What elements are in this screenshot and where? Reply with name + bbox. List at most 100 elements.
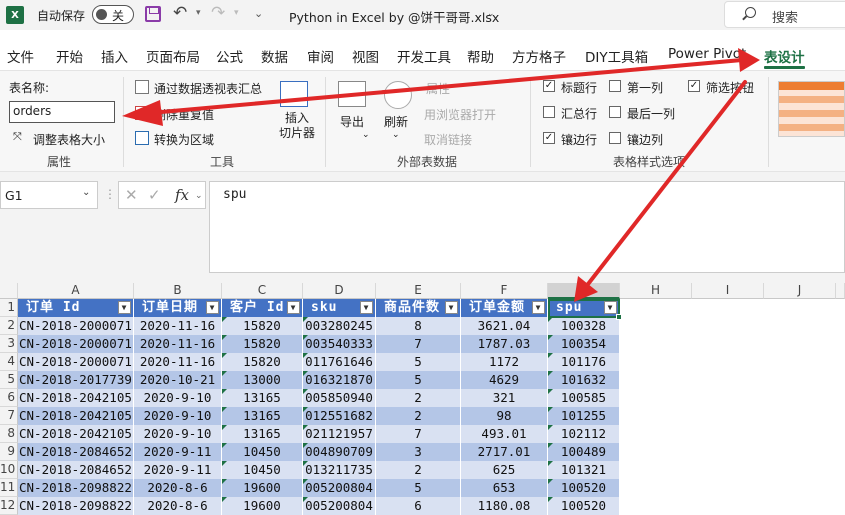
undo-dropdown-icon[interactable]: ▾: [196, 8, 201, 18]
refresh-button[interactable]: 刷新: [384, 113, 408, 130]
column-header[interactable]: H: [620, 283, 692, 299]
table-cell[interactable]: 3: [376, 443, 461, 461]
export-dropdown-icon[interactable]: ⌄: [362, 130, 370, 140]
table-name-input[interactable]: orders: [9, 101, 115, 123]
table-cell[interactable]: 19600: [222, 479, 303, 497]
tab-developer[interactable]: 开发工具: [397, 46, 451, 66]
table-header-cell[interactable]: 订单 Id ▼: [18, 299, 134, 317]
table-cell[interactable]: 2020-10-21: [134, 371, 222, 389]
table-cell[interactable]: 101632: [548, 371, 620, 389]
table-cell[interactable]: 2020-9-10: [134, 407, 222, 425]
table-cell[interactable]: CN-2018-2000071: [18, 353, 134, 371]
row-header[interactable]: 12: [0, 497, 18, 515]
column-header[interactable]: G: [548, 283, 620, 299]
row-header[interactable]: 7: [0, 407, 18, 425]
column-header[interactable]: C: [222, 283, 303, 299]
table-cell[interactable]: 2: [376, 407, 461, 425]
table-cell[interactable]: 2020-8-6: [134, 497, 222, 515]
table-cell[interactable]: 1172: [461, 353, 548, 371]
table-cell[interactable]: CN-2018-2017739: [18, 371, 134, 389]
table-cell[interactable]: CN-2018-2084652: [18, 461, 134, 479]
table-header-cell[interactable]: 订单日期 ▼: [134, 299, 222, 317]
row-header[interactable]: 6: [0, 389, 18, 407]
table-cell[interactable]: 2020-11-16: [134, 317, 222, 335]
fill-handle[interactable]: [616, 314, 622, 320]
column-header[interactable]: A: [18, 283, 134, 299]
table-cell[interactable]: 003280245: [303, 317, 376, 335]
column-header[interactable]: F: [461, 283, 548, 299]
table-cell[interactable]: 19600: [222, 497, 303, 515]
row-header[interactable]: 3: [0, 335, 18, 353]
table-cell[interactable]: 15820: [222, 317, 303, 335]
save-icon[interactable]: [145, 6, 161, 22]
table-cell[interactable]: CN-2018-2000071: [18, 317, 134, 335]
insert-function-icon[interactable]: fx: [175, 186, 189, 204]
table-cell[interactable]: 2020-9-11: [134, 443, 222, 461]
table-cell[interactable]: 2: [376, 389, 461, 407]
document-title-chevron-icon[interactable]: ⌄: [487, 9, 495, 19]
redo-icon[interactable]: ↷: [211, 3, 225, 23]
row-header[interactable]: 10: [0, 461, 18, 479]
autosave-toggle[interactable]: 关: [92, 5, 134, 24]
table-cell[interactable]: 625: [461, 461, 548, 479]
tab-power-pivot[interactable]: Power Pivot: [668, 46, 746, 62]
table-cell[interactable]: 003540333: [303, 335, 376, 353]
table-cell[interactable]: 2717.01: [461, 443, 548, 461]
column-header[interactable]: J: [764, 283, 836, 299]
table-cell[interactable]: 653: [461, 479, 548, 497]
table-cell[interactable]: 102112: [548, 425, 620, 443]
table-cell[interactable]: 013211735: [303, 461, 376, 479]
tab-home[interactable]: 开始: [56, 46, 83, 66]
table-cell[interactable]: CN-2018-2042105: [18, 407, 134, 425]
table-cell[interactable]: 6: [376, 497, 461, 515]
table-cell[interactable]: 100520: [548, 479, 620, 497]
table-cell[interactable]: 13165: [222, 425, 303, 443]
table-cell[interactable]: 10450: [222, 443, 303, 461]
table-cell[interactable]: 13165: [222, 389, 303, 407]
table-cell[interactable]: 021121957: [303, 425, 376, 443]
undo-icon[interactable]: ↶: [173, 3, 187, 23]
banded-rows-checkbox[interactable]: ✓: [543, 132, 555, 144]
total-row-checkbox[interactable]: [543, 106, 555, 118]
table-cell[interactable]: 15820: [222, 353, 303, 371]
table-cell[interactable]: CN-2018-2042105: [18, 425, 134, 443]
filter-dropdown-icon[interactable]: ▼: [445, 301, 458, 314]
table-cell[interactable]: 100489: [548, 443, 620, 461]
table-cell[interactable]: 005850940: [303, 389, 376, 407]
filter-button-checkbox[interactable]: ✓: [688, 80, 700, 92]
refresh-dropdown-icon[interactable]: ⌄: [392, 130, 400, 140]
filter-dropdown-icon[interactable]: ▼: [287, 301, 300, 314]
table-cell[interactable]: 13165: [222, 407, 303, 425]
table-cell[interactable]: 8: [376, 317, 461, 335]
column-header[interactable]: I: [692, 283, 764, 299]
tab-diy-toolbox[interactable]: DIY工具箱: [585, 46, 648, 66]
table-cell[interactable]: 5: [376, 371, 461, 389]
tab-data[interactable]: 数据: [261, 46, 288, 66]
column-header[interactable]: [836, 283, 845, 299]
formula-input[interactable]: spu: [209, 181, 845, 273]
first-column-checkbox[interactable]: [609, 80, 621, 92]
remove-duplicates-button[interactable]: 删除重复值: [154, 106, 214, 123]
table-cell[interactable]: CN-2018-2098822: [18, 497, 134, 515]
table-cell[interactable]: 5: [376, 479, 461, 497]
table-cell[interactable]: 2020-11-16: [134, 353, 222, 371]
search-box[interactable]: 搜索: [724, 1, 845, 28]
document-title[interactable]: Python in Excel by @饼干哥哥.xlsx: [289, 7, 499, 26]
table-cell[interactable]: 2020-11-16: [134, 335, 222, 353]
insert-slicer-button[interactable]: 插入 切片器: [279, 111, 315, 141]
table-cell[interactable]: CN-2018-2042105: [18, 389, 134, 407]
redo-dropdown-icon[interactable]: ▾: [234, 8, 239, 18]
insert-slicer-icon[interactable]: [280, 81, 308, 107]
filter-dropdown-icon[interactable]: ▼: [532, 301, 545, 314]
row-header[interactable]: 9: [0, 443, 18, 461]
tab-insert[interactable]: 插入: [101, 46, 128, 66]
table-cell[interactable]: 005200804: [303, 479, 376, 497]
table-cell[interactable]: 7: [376, 425, 461, 443]
table-cell[interactable]: CN-2018-2098822: [18, 479, 134, 497]
select-all-corner[interactable]: [0, 283, 18, 299]
table-cell[interactable]: 98: [461, 407, 548, 425]
table-cell[interactable]: 100585: [548, 389, 620, 407]
tab-formulas[interactable]: 公式: [216, 46, 243, 66]
table-cell[interactable]: CN-2018-2000071: [18, 335, 134, 353]
tab-table-design[interactable]: 表设计: [764, 46, 805, 66]
